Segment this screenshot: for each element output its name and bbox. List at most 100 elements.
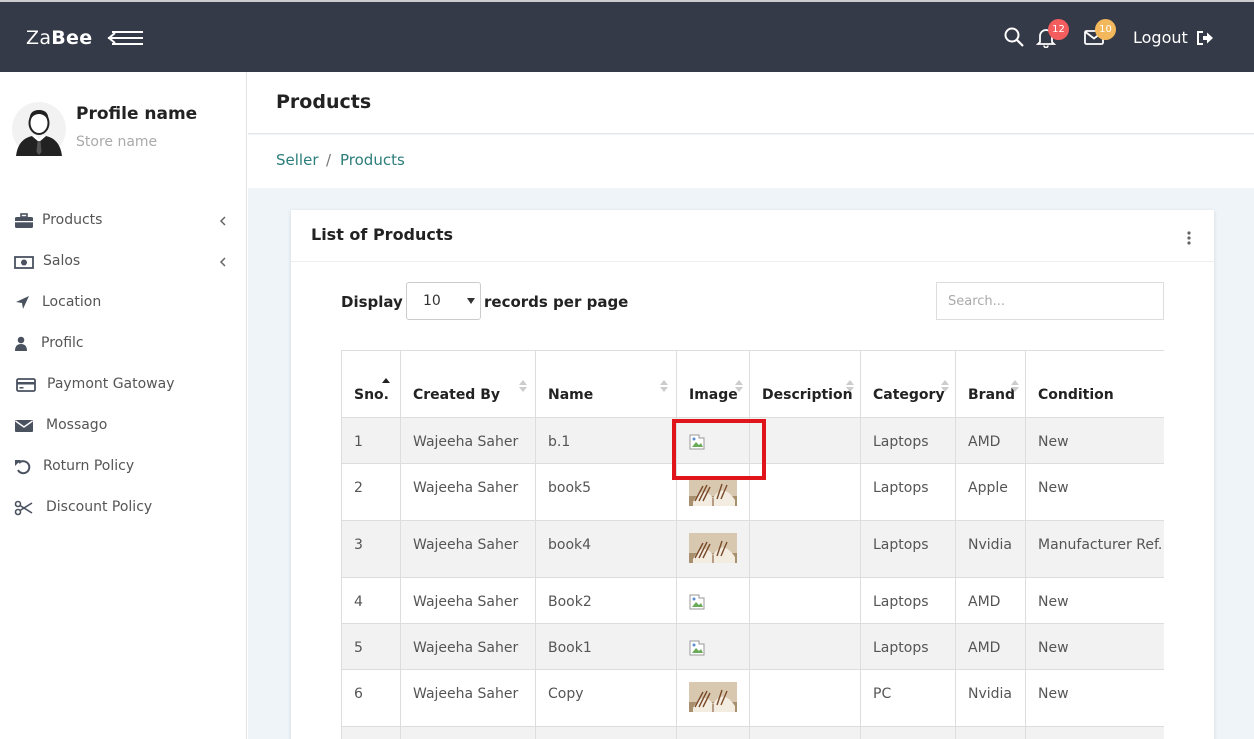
cell-created-by: Wajeeha Saher [400, 463, 536, 521]
messages-badge: 10 [1095, 19, 1116, 40]
table-row[interactable]: 3 Wajeeha Saher book4 Laptops Nvidia Manufact… [341, 520, 1164, 578]
records-per-page-label: records per page [484, 293, 629, 311]
brand-logo[interactable]: ZaBee [26, 27, 92, 49]
column-header-label: Condition [1038, 387, 1114, 403]
table-row[interactable]: 4 Wajeeha Saher Book2 Laptops AMD New [341, 577, 1164, 624]
cell-brand-text: AMD [968, 640, 1001, 656]
cell-brand-text: Apple [968, 480, 1008, 496]
more-options-icon[interactable] [1186, 230, 1192, 246]
cell-condition-text: Manufacturer Ref. [1038, 537, 1163, 553]
column-header-category[interactable]: Category [860, 350, 956, 418]
column-header-name[interactable]: Name [535, 350, 677, 418]
chevron-left-icon [219, 257, 226, 267]
cell-image[interactable] [676, 577, 750, 624]
cell-name: Book1 [535, 623, 677, 670]
sidebar-item-payment-gateway[interactable]: Paymont Gatoway [0, 368, 247, 404]
brand-bold-text: Bee [51, 27, 93, 49]
page-title: Products [276, 91, 372, 113]
logout-link[interactable]: Logout [1133, 28, 1188, 47]
sidebar-item-return-policy[interactable]: Roturn Policy [0, 450, 247, 486]
cell-category-text: PC [873, 686, 892, 702]
cell-name-text: b.1 [548, 434, 571, 450]
column-header-created-by[interactable]: Created By [400, 350, 536, 418]
cell-category: Laptops [860, 520, 956, 578]
cell-name-text: Copy [548, 686, 584, 702]
page-size-select[interactable]: 10 [406, 282, 481, 320]
cell-category-text: Laptops [873, 640, 929, 656]
column-header-label: Name [548, 387, 594, 403]
undo-icon [15, 460, 31, 475]
sort-icon [519, 380, 527, 392]
breadcrumb-seller[interactable]: Seller [276, 151, 318, 169]
sidebar-item-products[interactable]: Products [0, 204, 247, 240]
cell-sno: 5 [341, 623, 401, 670]
broken-image-icon[interactable] [689, 434, 705, 450]
column-header-description[interactable]: Description [749, 350, 861, 418]
sort-icon [735, 380, 743, 392]
cell-image[interactable] [676, 463, 750, 521]
table-header-row: Sno. Created By Name Image Description C… [341, 350, 1164, 418]
column-header-condition[interactable]: Condition [1025, 350, 1164, 418]
sidebar-item-location[interactable]: Location [0, 286, 247, 322]
sidebar: Profile name Store name Products Salos L… [0, 72, 247, 739]
table-row[interactable]: 2 Wajeeha Saher book5 Laptops Apple New [341, 463, 1164, 521]
book-thumbnail-image[interactable] [689, 533, 737, 563]
broken-image-icon[interactable] [689, 640, 705, 656]
sidebar-item-label: Products [42, 212, 103, 228]
cell-created-by-text: Wajeeha Saher [413, 537, 519, 553]
cell-condition: New [1025, 463, 1164, 521]
cell-name: Book2 [535, 577, 677, 624]
cell-image[interactable] [676, 623, 750, 670]
sidebar-item-sales[interactable]: Salos [0, 245, 247, 281]
avatar[interactable] [12, 102, 66, 158]
table-row[interactable]: 6 Wajeeha Saher Copy PC Nvidia New [341, 669, 1164, 727]
book-thumbnail-image[interactable] [689, 476, 737, 506]
cell-created-by: Wajeeha Saher [400, 520, 536, 578]
cell-brand-text: Nvidia [968, 686, 1013, 702]
cell-sno-text: 3 [354, 537, 363, 553]
table-row[interactable]: 1 Wajeeha Saher b.1 Laptops AMD New [341, 417, 1164, 464]
cell-category: Laptops [860, 623, 956, 670]
cell-sno-text: 6 [354, 686, 363, 702]
table-row[interactable] [341, 726, 1164, 739]
display-label: Display [341, 293, 403, 311]
cell-brand: Nvidia [955, 669, 1026, 727]
sidebar-item-label: Discount Policy [46, 499, 153, 515]
breadcrumb-separator: / [326, 151, 332, 169]
sidebar-item-profile[interactable]: Profilc [0, 327, 247, 363]
cell-brand-text: AMD [968, 434, 1001, 450]
search-icon[interactable] [1003, 26, 1025, 48]
broken-image-icon[interactable] [689, 594, 705, 610]
column-header-brand[interactable]: Brand [955, 350, 1026, 418]
sidebar-item-label: Roturn Policy [43, 458, 135, 474]
cell-sno-text: 1 [354, 434, 363, 450]
table-row[interactable]: 5 Wajeeha Saher Book1 Laptops AMD New [341, 623, 1164, 670]
table-cell [1025, 726, 1164, 739]
table-cell [535, 726, 677, 739]
breadcrumb-products[interactable]: Products [340, 151, 405, 169]
sidebar-item-discount-policy[interactable]: Discount Policy [0, 491, 247, 527]
cell-image[interactable] [676, 520, 750, 578]
cell-sno: 1 [341, 417, 401, 464]
cell-name-text: Book1 [548, 640, 592, 656]
cell-condition-text: New [1038, 686, 1069, 702]
cell-description [749, 417, 861, 464]
column-header-sno[interactable]: Sno. [341, 350, 401, 418]
sign-out-icon[interactable] [1196, 30, 1214, 46]
table-cell [749, 726, 861, 739]
table-cell [400, 726, 536, 739]
column-header-image[interactable]: Image [676, 350, 750, 418]
cell-brand-text: Nvidia [968, 537, 1013, 553]
cell-category-text: Laptops [873, 434, 929, 450]
cell-created-by: Wajeeha Saher [400, 623, 536, 670]
book-thumbnail-image[interactable] [689, 682, 737, 712]
menu-toggle-icon[interactable] [106, 28, 146, 48]
envelope-icon [15, 420, 33, 432]
cell-description [749, 520, 861, 578]
sort-asc-icon [382, 378, 390, 383]
sidebar-item-message[interactable]: Mossago [0, 409, 247, 445]
search-input[interactable] [936, 282, 1164, 320]
cell-image[interactable] [676, 417, 750, 464]
cell-condition: New [1025, 417, 1164, 464]
cell-image[interactable] [676, 669, 750, 727]
